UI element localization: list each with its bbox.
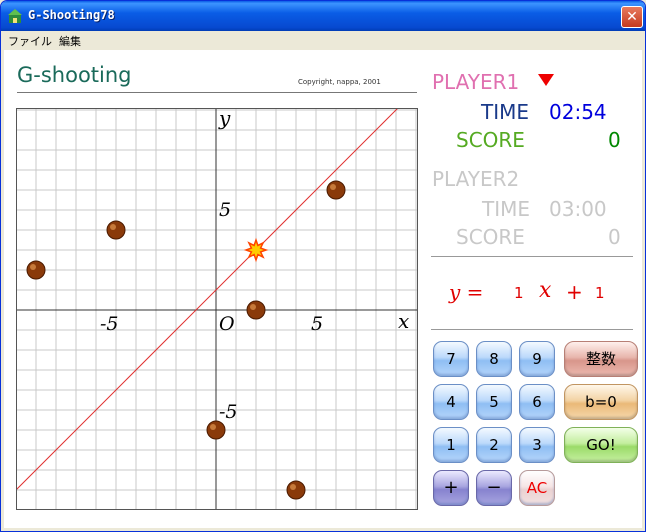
target-ball (106, 220, 126, 240)
player1-time: 02:54 (549, 100, 607, 124)
x-axis-label: x (398, 309, 409, 333)
key-1[interactable]: 1 (433, 427, 469, 463)
clear-button[interactable]: AC (519, 470, 555, 506)
key-7[interactable]: 7 (433, 341, 469, 377)
active-player-indicator-icon (538, 74, 554, 86)
target-ball-highlight (250, 304, 256, 310)
target-ball (206, 420, 226, 440)
key-2[interactable]: 2 (476, 427, 512, 463)
target-ball-highlight (290, 484, 296, 490)
explosion-icon (243, 237, 269, 263)
menu-bar: ファイル 編集 (1, 31, 645, 50)
key-6[interactable]: 6 (519, 384, 555, 420)
y-tick-5: 5 (219, 199, 231, 221)
app-title: G-shooting (17, 63, 132, 87)
equation-lhs: y = (449, 280, 484, 304)
equation-variable: x (539, 278, 552, 303)
y-tick-neg5: -5 (219, 401, 238, 423)
window-title: G-Shooting78 (28, 8, 115, 22)
menu-file[interactable]: ファイル (8, 33, 52, 49)
player2-time-label: TIME (482, 197, 531, 221)
player1-time-label: TIME (481, 100, 530, 124)
game-area: G-shooting Copyright, nappa, 2001 x y O … (4, 50, 642, 528)
key-9[interactable]: 9 (519, 341, 555, 377)
close-button[interactable]: ✕ (621, 6, 643, 28)
x-tick-5: 5 (311, 313, 323, 335)
copyright: Copyright, nappa, 2001 (298, 78, 381, 86)
target-ball-highlight (330, 184, 336, 190)
key-8[interactable]: 8 (476, 341, 512, 377)
equation-coefficient[interactable]: 1 (514, 284, 524, 302)
go-button[interactable]: GO! (564, 427, 638, 463)
equation-constant[interactable]: 1 (595, 284, 605, 302)
hits (243, 237, 269, 263)
target-ball-highlight (210, 424, 216, 430)
player1-label: PLAYER1 (432, 70, 520, 94)
target-ball (26, 260, 46, 280)
key-5[interactable]: 5 (476, 384, 512, 420)
origin-label: O (219, 313, 235, 335)
y-axis-label: y (218, 108, 231, 130)
integer-button[interactable]: 整数 (564, 341, 638, 377)
player2-score-label: SCORE (456, 225, 525, 249)
minus-button[interactable]: − (476, 470, 512, 506)
player2-score: 0 (608, 225, 621, 249)
player1-score: 0 (608, 128, 621, 152)
target-ball (246, 300, 266, 320)
title-divider (17, 92, 417, 93)
target-ball (286, 480, 306, 500)
app-icon (8, 9, 22, 23)
key-3[interactable]: 3 (519, 427, 555, 463)
target-ball (326, 180, 346, 200)
target-ball-highlight (30, 264, 36, 270)
player2-time: 03:00 (549, 197, 607, 221)
player2-label: PLAYER2 (432, 167, 520, 191)
main-window: G-Shooting78 ✕ ファイル 編集 G-shooting Copyri… (0, 0, 646, 532)
grid (16, 108, 418, 510)
targets (26, 180, 346, 500)
key-4[interactable]: 4 (433, 384, 469, 420)
keypad-divider (431, 329, 633, 330)
b-zero-button[interactable]: b=0 (564, 384, 638, 420)
hud-divider (431, 256, 633, 257)
x-tick-neg5: -5 (100, 313, 119, 335)
equation-operator: + (566, 280, 583, 304)
player1-score-label: SCORE (456, 128, 525, 152)
title-bar[interactable]: G-Shooting78 ✕ (1, 1, 645, 31)
menu-edit[interactable]: 編集 (59, 33, 81, 49)
plus-button[interactable]: + (433, 470, 469, 506)
coordinate-plane[interactable]: x y O -5 5 5 -5 (16, 108, 418, 510)
graph-border (16, 108, 418, 510)
target-ball-highlight (110, 224, 116, 230)
